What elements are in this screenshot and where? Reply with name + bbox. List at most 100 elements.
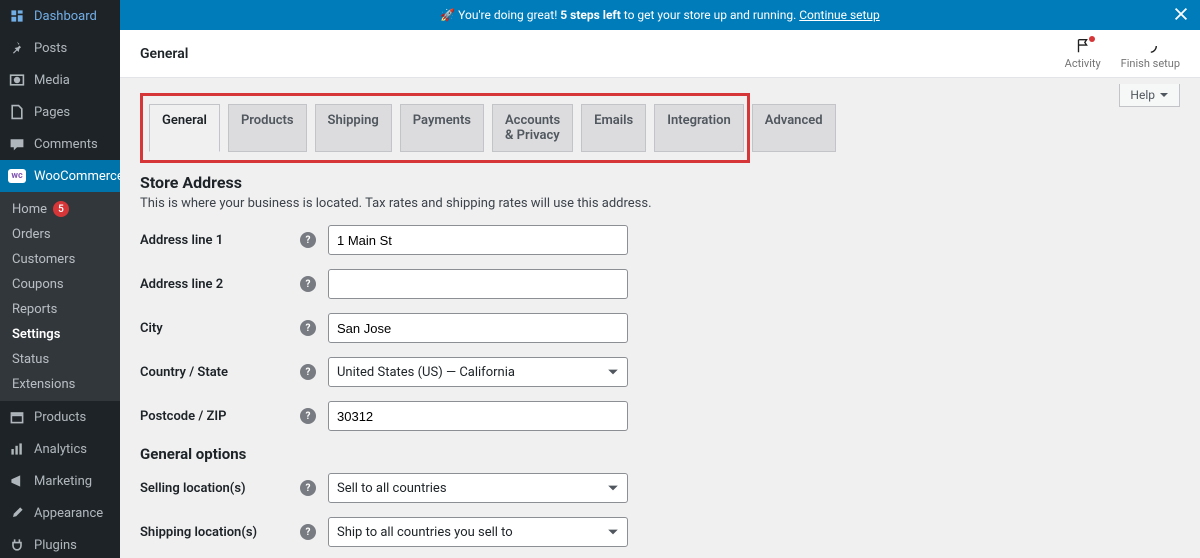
content-area: Help General Products Shipping Payments … <box>120 78 1200 558</box>
woocommerce-icon: wc <box>8 167 26 185</box>
help-icon[interactable]: ? <box>300 364 316 380</box>
submenu-item-home[interactable]: Home 5 <box>0 196 120 222</box>
chevron-down-icon <box>1159 90 1169 100</box>
store-address-heading: Store Address <box>140 173 1180 192</box>
header-actions: Activity Finish setup <box>1065 37 1180 70</box>
select-country-value: United States (US) — California <box>337 365 515 380</box>
row-postcode: Postcode / ZIP ? <box>140 401 1180 431</box>
input-city[interactable] <box>328 313 628 343</box>
tab-accounts-privacy[interactable]: Accounts & Privacy <box>492 104 573 152</box>
activity-dot-icon <box>1089 36 1095 42</box>
activity-button[interactable]: Activity <box>1065 37 1101 70</box>
help-icon[interactable]: ? <box>300 408 316 424</box>
comment-icon <box>8 135 26 153</box>
tab-emails[interactable]: Emails <box>581 104 646 152</box>
submenu-item-coupons[interactable]: Coupons <box>0 272 120 297</box>
admin-sidebar: Dashboard Posts Media Pages Comments wc … <box>0 0 120 558</box>
finish-setup-button[interactable]: Finish setup <box>1121 37 1180 70</box>
sidebar-item-comments[interactable]: Comments <box>0 128 120 160</box>
home-badge: 5 <box>53 201 69 217</box>
row-selling-locations: Selling location(s) ? Sell to all countr… <box>140 473 1180 503</box>
sidebar-label: Products <box>34 410 86 425</box>
submenu-item-status[interactable]: Status <box>0 347 120 372</box>
sidebar-label: WooCommerce <box>34 169 120 184</box>
banner-close-button[interactable] <box>1172 5 1190 26</box>
main-area: 🚀 You're doing great! 5 steps left to ge… <box>120 0 1200 558</box>
label-address2: Address line 2 <box>140 277 300 292</box>
media-icon <box>8 71 26 89</box>
submenu-item-reports[interactable]: Reports <box>0 297 120 322</box>
sidebar-label: Posts <box>34 41 67 56</box>
input-postcode[interactable] <box>328 401 628 431</box>
label-shipping: Shipping location(s) <box>140 525 300 540</box>
page-title: General <box>140 46 188 62</box>
sidebar-label: Marketing <box>34 474 92 489</box>
row-address2: Address line 2 ? <box>140 269 1180 299</box>
tab-shipping[interactable]: Shipping <box>315 104 392 152</box>
submenu-item-orders[interactable]: Orders <box>0 222 120 247</box>
sidebar-label: Pages <box>34 105 70 120</box>
label-selling: Selling location(s) <box>140 481 300 496</box>
sidebar-item-pages[interactable]: Pages <box>0 96 120 128</box>
sidebar-item-plugins[interactable]: Plugins <box>0 529 120 558</box>
help-icon[interactable]: ? <box>300 276 316 292</box>
chart-icon <box>8 440 26 458</box>
tab-integration[interactable]: Integration <box>654 104 744 152</box>
woocommerce-submenu: Home 5 Orders Customers Coupons Reports … <box>0 192 120 401</box>
help-tab[interactable]: Help <box>1119 84 1180 107</box>
archive-icon <box>8 408 26 426</box>
banner-text-prefix: You're doing great! <box>458 8 557 22</box>
label-country: Country / State <box>140 365 300 380</box>
chevron-down-icon <box>607 526 619 538</box>
help-label: Help <box>1130 88 1155 102</box>
tab-products[interactable]: Products <box>228 104 307 152</box>
sidebar-label: Dashboard <box>34 9 97 24</box>
sidebar-item-marketing[interactable]: Marketing <box>0 465 120 497</box>
row-address1: Address line 1 ? <box>140 225 1180 255</box>
sidebar-item-woocommerce[interactable]: wc WooCommerce <box>0 160 120 192</box>
pin-icon <box>8 39 26 57</box>
sidebar-item-appearance[interactable]: Appearance <box>0 497 120 529</box>
input-address2[interactable] <box>328 269 628 299</box>
input-address1[interactable] <box>328 225 628 255</box>
label-city: City <box>140 321 300 336</box>
progress-icon <box>1141 37 1159 55</box>
row-city: City ? <box>140 313 1180 343</box>
finish-label: Finish setup <box>1121 57 1180 70</box>
sidebar-label: Analytics <box>34 442 87 457</box>
activity-label: Activity <box>1065 57 1101 70</box>
continue-setup-link[interactable]: Continue setup <box>799 8 880 22</box>
help-icon[interactable]: ? <box>300 524 316 540</box>
chevron-down-icon <box>607 482 619 494</box>
sidebar-label: Comments <box>34 137 98 152</box>
submenu-label: Home <box>12 202 47 217</box>
select-country[interactable]: United States (US) — California <box>328 357 628 387</box>
tabs-highlight-box: General Products Shipping Payments Accou… <box>140 93 750 163</box>
help-icon[interactable]: ? <box>300 480 316 496</box>
help-icon[interactable]: ? <box>300 232 316 248</box>
dashboard-icon <box>8 7 26 25</box>
select-shipping-locations[interactable]: Ship to all countries you sell to <box>328 517 628 547</box>
rocket-icon: 🚀 <box>440 8 455 22</box>
sidebar-item-posts[interactable]: Posts <box>0 32 120 64</box>
tab-general[interactable]: General <box>149 104 220 152</box>
sidebar-item-products[interactable]: Products <box>0 401 120 433</box>
label-postcode: Postcode / ZIP <box>140 409 300 424</box>
setup-banner: 🚀 You're doing great! 5 steps left to ge… <box>120 0 1200 30</box>
chevron-down-icon <box>607 366 619 378</box>
row-country: Country / State ? United States (US) — C… <box>140 357 1180 387</box>
submenu-item-customers[interactable]: Customers <box>0 247 120 272</box>
submenu-item-extensions[interactable]: Extensions <box>0 372 120 397</box>
row-shipping-locations: Shipping location(s) ? Ship to all count… <box>140 517 1180 547</box>
sidebar-item-analytics[interactable]: Analytics <box>0 433 120 465</box>
sidebar-item-dashboard[interactable]: Dashboard <box>0 0 120 32</box>
tab-payments[interactable]: Payments <box>400 104 484 152</box>
submenu-item-settings[interactable]: Settings <box>0 322 120 347</box>
sidebar-item-media[interactable]: Media <box>0 64 120 96</box>
help-icon[interactable]: ? <box>300 320 316 336</box>
settings-tabs: General Products Shipping Payments Accou… <box>149 104 741 152</box>
page-icon <box>8 103 26 121</box>
select-selling-locations[interactable]: Sell to all countries <box>328 473 628 503</box>
label-address1: Address line 1 <box>140 233 300 248</box>
tab-advanced[interactable]: Advanced <box>752 104 836 152</box>
